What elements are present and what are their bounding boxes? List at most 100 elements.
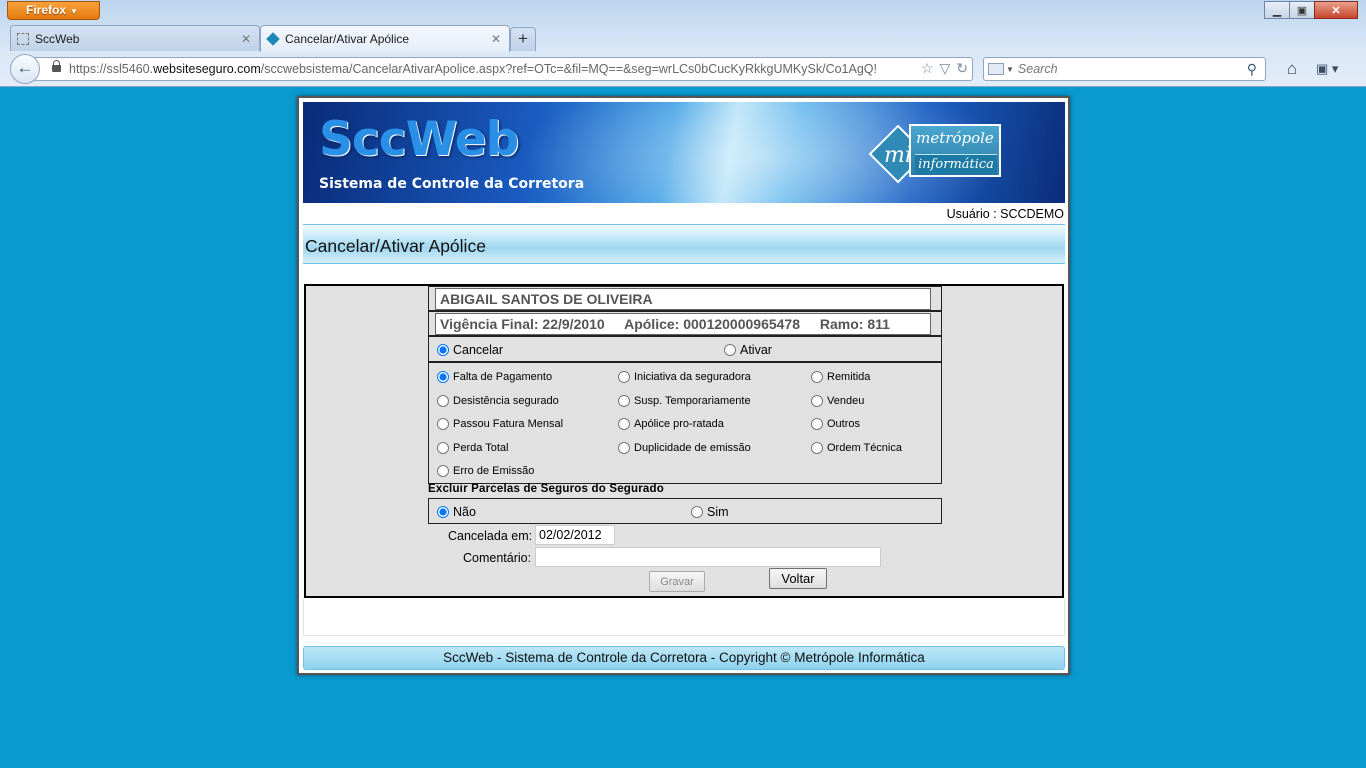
maximize-icon[interactable]: ▣ — [1289, 1, 1315, 19]
cancel-date-label: Cancelada em: — [448, 529, 533, 543]
reason-radio-group: Falta de Pagamento Iniciativa da segurad… — [428, 362, 942, 484]
browser-chrome: Firefox ▼ ▁ ▣ ✕ SccWeb ✕ Cancelar/Ativar … — [0, 0, 1366, 87]
radio-reason[interactable]: Outros — [811, 418, 860, 430]
radio-ativar[interactable]: Ativar — [724, 343, 772, 357]
search-bar[interactable]: ▼ ⚲ — [983, 57, 1266, 81]
radio-label: Passou Fatura Mensal — [453, 418, 564, 430]
history-dropdown-icon[interactable]: ▽ — [939, 60, 950, 77]
radio-input[interactable] — [437, 465, 449, 477]
radio-label: Desistência segurado — [453, 395, 559, 407]
radio-input[interactable] — [691, 506, 703, 518]
radio-input[interactable] — [437, 506, 449, 518]
radio-input[interactable] — [437, 344, 449, 356]
cancel-policy-form: ABIGAIL SANTOS DE OLIVEIRA Vigência Fina… — [304, 284, 1064, 598]
radio-reason[interactable]: Remitida — [811, 371, 870, 383]
action-radio-group: Cancelar Ativar — [428, 336, 942, 362]
radio-cancelar[interactable]: Cancelar — [437, 343, 503, 357]
chevron-down-icon[interactable]: ▼ — [1006, 65, 1014, 74]
radio-reason[interactable]: Ordem Técnica — [811, 442, 902, 454]
radio-input[interactable] — [811, 442, 823, 454]
policy-details-panel: Vigência Final: 22/9/2010 Apólice: 00012… — [428, 311, 942, 336]
back-arrow-icon[interactable]: ← — [10, 54, 40, 84]
radio-label: Iniciativa da seguradora — [634, 371, 751, 383]
close-icon[interactable]: ✕ — [491, 32, 501, 46]
radio-reason[interactable]: Iniciativa da seguradora — [618, 371, 751, 383]
cancel-date-field[interactable] — [535, 525, 615, 545]
close-icon[interactable]: ✕ — [1314, 1, 1358, 19]
radio-reason[interactable]: Vendeu — [811, 395, 864, 407]
back-button[interactable]: Voltar — [769, 568, 827, 589]
chevron-down-icon: ▼ — [70, 7, 78, 16]
ramo: Ramo: 811 — [819, 316, 890, 332]
site-favicon-icon — [266, 32, 280, 46]
blank-page-icon — [17, 32, 29, 45]
radio-label: Não — [453, 505, 476, 519]
search-icon[interactable]: ⚲ — [1247, 61, 1257, 78]
reload-icon[interactable]: ↻ — [956, 60, 968, 77]
policy-number: Apólice: 000120000965478 — [624, 316, 801, 332]
url-text: https://ssl5460.websiteseguro.com/sccweb… — [69, 62, 877, 76]
tab-title: SccWeb — [35, 31, 80, 46]
radio-sim[interactable]: Sim — [691, 505, 729, 519]
radio-input[interactable] — [618, 442, 630, 454]
radio-reason[interactable]: Duplicidade de emissão — [618, 442, 751, 454]
new-tab-button[interactable]: + — [510, 27, 536, 51]
tab-sccweb[interactable]: SccWeb ✕ — [10, 25, 260, 51]
radio-reason[interactable]: Susp. Temporariamente — [618, 395, 751, 407]
radio-label: Erro de Emissão — [453, 465, 535, 477]
radio-nao[interactable]: Não — [437, 505, 476, 519]
close-icon[interactable]: ✕ — [241, 32, 251, 46]
home-icon[interactable]: ⌂ — [1280, 57, 1304, 81]
radio-input[interactable] — [437, 371, 449, 383]
radio-reason[interactable]: Apólice pro-ratada — [618, 418, 724, 430]
radio-reason[interactable]: Passou Fatura Mensal — [437, 418, 563, 430]
company-logo: metrópole informática — [909, 124, 1001, 177]
bookmarks-menu-icon[interactable]: ▣ ▾ — [1316, 58, 1350, 80]
radio-input[interactable] — [618, 418, 630, 430]
minimize-icon[interactable]: ▁ — [1264, 1, 1290, 19]
page-container: SccWeb Sistema de Controle da Corretora … — [297, 96, 1070, 675]
radio-label: Vendeu — [827, 395, 865, 407]
radio-input[interactable] — [811, 418, 823, 430]
radio-input[interactable] — [618, 395, 630, 407]
radio-reason[interactable]: Falta de Pagamento — [437, 371, 552, 383]
comment-label: Comentário: — [463, 551, 532, 565]
radio-label: Remitida — [827, 371, 871, 383]
star-icon[interactable]: ☆ — [921, 60, 934, 77]
tab-title: Cancelar/Ativar Apólice — [285, 32, 410, 46]
firefox-menu-button[interactable]: Firefox ▼ — [7, 1, 100, 20]
policy-details: Vigência Final: 22/9/2010 Apólice: 00012… — [435, 313, 931, 335]
search-engine-icon[interactable] — [988, 63, 1004, 75]
radio-input[interactable] — [811, 395, 823, 407]
radio-reason[interactable]: Erro de Emissão — [437, 465, 534, 477]
logo-text-bottom: informática — [915, 154, 997, 175]
radio-reason[interactable]: Desistência segurado — [437, 395, 559, 407]
radio-input[interactable] — [437, 395, 449, 407]
footer: SccWeb - Sistema de Controle da Corretor… — [303, 646, 1065, 670]
radio-input[interactable] — [437, 442, 449, 454]
radio-reason[interactable]: Perda Total — [437, 442, 508, 454]
radio-input[interactable] — [437, 418, 449, 430]
url-actions: ☆ ▽ ↻ — [916, 60, 968, 77]
radio-input[interactable] — [724, 344, 736, 356]
comment-field[interactable] — [535, 547, 881, 567]
radio-input[interactable] — [618, 371, 630, 383]
tab-cancelar-ativar[interactable]: Cancelar/Ativar Apólice ✕ — [260, 25, 510, 52]
parcel-section-heading: Excluir Parcelas de Seguros do Segurado — [428, 483, 664, 495]
window-controls: ▁ ▣ ✕ — [1264, 1, 1358, 19]
firefox-menu-label: Firefox — [26, 3, 67, 17]
header-banner: SccWeb Sistema de Controle da Corretora … — [303, 102, 1065, 203]
radio-label: Duplicidade de emissão — [634, 442, 751, 454]
save-button[interactable]: Gravar — [649, 571, 705, 592]
url-bar[interactable]: https://ssl5460.websiteseguro.com/sccweb… — [28, 57, 973, 81]
app-subtitle: Sistema de Controle da Corretora — [319, 176, 585, 192]
radio-label: Susp. Temporariamente — [634, 395, 751, 407]
radio-input[interactable] — [811, 371, 823, 383]
app-logo-title: SccWeb — [319, 112, 519, 167]
radio-label: Outros — [827, 418, 861, 430]
radio-label: Ordem Técnica — [827, 442, 902, 454]
radio-label: Sim — [707, 505, 729, 519]
vigencia-final: Vigência Final: 22/9/2010 — [440, 316, 605, 332]
title-bar: Cancelar/Ativar Apólice — [303, 224, 1065, 264]
search-input[interactable] — [1017, 62, 1238, 76]
